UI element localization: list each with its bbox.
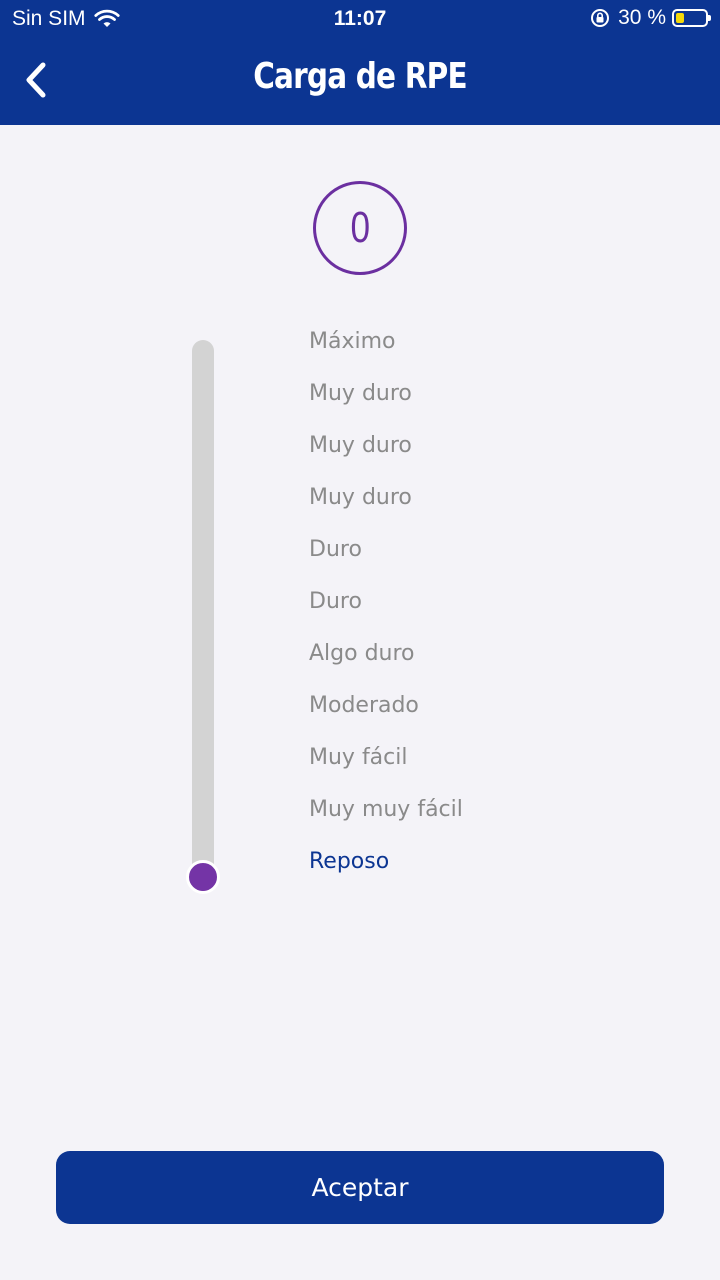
rpe-value: 0	[350, 203, 370, 252]
rpe-value-display: 0	[313, 181, 407, 275]
accept-button[interactable]: Aceptar	[56, 1151, 664, 1224]
rpe-scale-item[interactable]: Muy fácil	[309, 738, 463, 790]
rpe-slider-thumb[interactable]	[186, 860, 220, 894]
chevron-left-icon	[26, 62, 46, 98]
rpe-scale-item[interactable]: Reposo	[309, 842, 463, 894]
rpe-screen: Sin SIM 11:07 30 % Carga de RPE 0 Máximo…	[0, 0, 720, 1280]
rpe-scale-item[interactable]: Moderado	[309, 686, 463, 738]
rpe-scale-item[interactable]: Algo duro	[309, 634, 463, 686]
battery-level	[676, 13, 684, 23]
status-right: 30 %	[590, 6, 711, 30]
battery-percent: 30 %	[618, 6, 666, 29]
rpe-scale-item[interactable]: Duro	[309, 530, 463, 582]
rpe-scale-item[interactable]: Muy duro	[309, 426, 463, 478]
rpe-slider-track[interactable]	[192, 340, 214, 880]
page-title: Carga de RPE	[253, 56, 467, 97]
rpe-scale-item[interactable]: Máximo	[309, 322, 463, 374]
rpe-scale-item[interactable]: Muy muy fácil	[309, 790, 463, 842]
status-bar: Sin SIM 11:07 30 %	[0, 0, 720, 38]
battery-icon	[672, 9, 711, 27]
rpe-scale-list: Máximo Muy duro Muy duro Muy duro Duro Duro Al…	[309, 322, 463, 894]
app-header: Sin SIM 11:07 30 % Carga de RPE	[0, 0, 720, 125]
rpe-scale-item[interactable]: Muy duro	[309, 374, 463, 426]
rpe-scale-item[interactable]: Duro	[309, 582, 463, 634]
orientation-lock-icon	[591, 9, 610, 27]
back-button[interactable]	[18, 58, 54, 102]
rpe-scale-item[interactable]: Muy duro	[309, 478, 463, 530]
